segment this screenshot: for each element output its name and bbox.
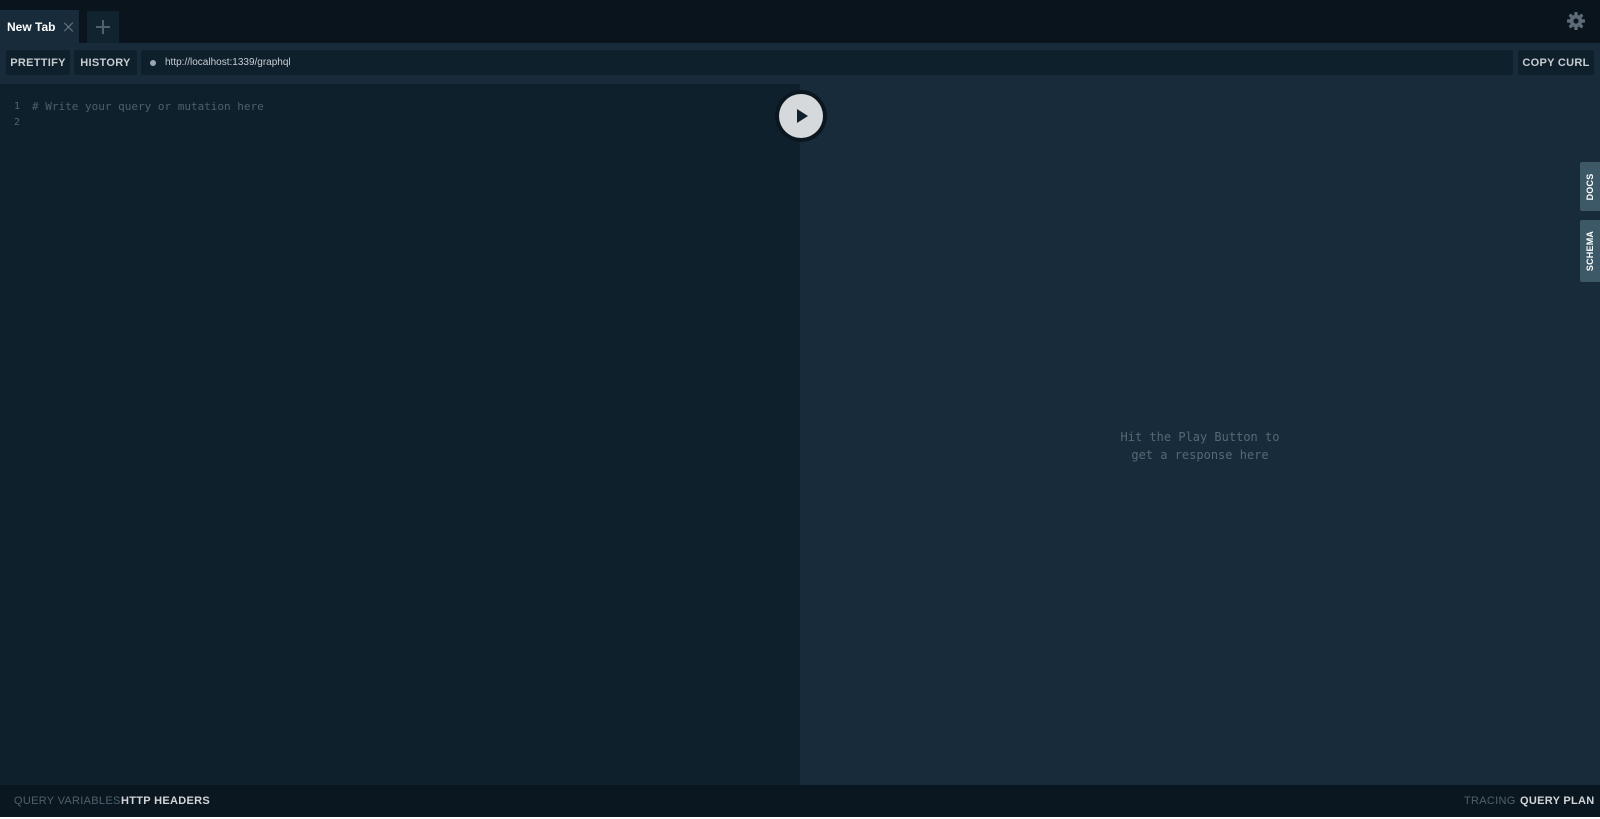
line-number: 1 — [13, 100, 20, 112]
placeholder-line: Hit the Play Button to — [1120, 430, 1280, 444]
results-placeholder: Hit the Play Button to get a response he… — [1100, 428, 1300, 464]
docs-tab-label: DOCS — [1585, 173, 1595, 200]
line-number: 2 — [13, 116, 20, 128]
results-pane: Hit the Play Button to get a response he… — [800, 84, 1600, 785]
docs-tab[interactable]: DOCS — [1580, 162, 1600, 211]
gear-icon[interactable] — [1566, 11, 1586, 31]
close-icon[interactable] — [63, 21, 75, 33]
copy-curl-button[interactable]: COPY CURL — [1518, 50, 1594, 75]
code-text: # Write your query or mutation here — [32, 99, 264, 113]
endpoint-url-input[interactable] — [165, 57, 1465, 68]
tab-label: New Tab — [7, 19, 56, 34]
query-plan-tab[interactable]: QUERY PLAN — [1520, 785, 1595, 817]
editor-line: 2 — [0, 114, 800, 130]
tab-new-tab[interactable]: New Tab — [0, 10, 79, 43]
status-dot-icon — [150, 59, 156, 66]
schema-tab[interactable]: SCHEMA — [1580, 220, 1600, 282]
history-button[interactable]: HISTORY — [74, 50, 137, 75]
play-icon — [797, 109, 808, 123]
editor-line: 1 # Write your query or mutation here — [0, 98, 800, 114]
schema-tab-label: SCHEMA — [1585, 230, 1595, 272]
query-editor[interactable]: 1 # Write your query or mutation here 2 — [0, 84, 800, 785]
tracing-tab[interactable]: TRACING — [1464, 785, 1516, 817]
placeholder-line: get a response here — [1131, 448, 1269, 462]
tab-bar: New Tab — [0, 0, 1600, 43]
query-variables-tab[interactable]: QUERY VARIABLES — [14, 785, 121, 817]
bottom-bar: QUERY VARIABLES HTTP HEADERS TRACING QUE… — [0, 785, 1600, 817]
prettify-button[interactable]: PRETTIFY — [6, 50, 70, 75]
http-headers-tab[interactable]: HTTP HEADERS — [121, 785, 210, 817]
play-button[interactable] — [779, 94, 823, 138]
graphql-playground: New Tab PRETTIFY HISTORY http://localhos… — [0, 0, 1600, 817]
endpoint-url-field — [141, 50, 1513, 75]
plus-icon[interactable] — [87, 11, 119, 43]
toolbar: PRETTIFY HISTORY COPY CURL — [0, 43, 1600, 84]
